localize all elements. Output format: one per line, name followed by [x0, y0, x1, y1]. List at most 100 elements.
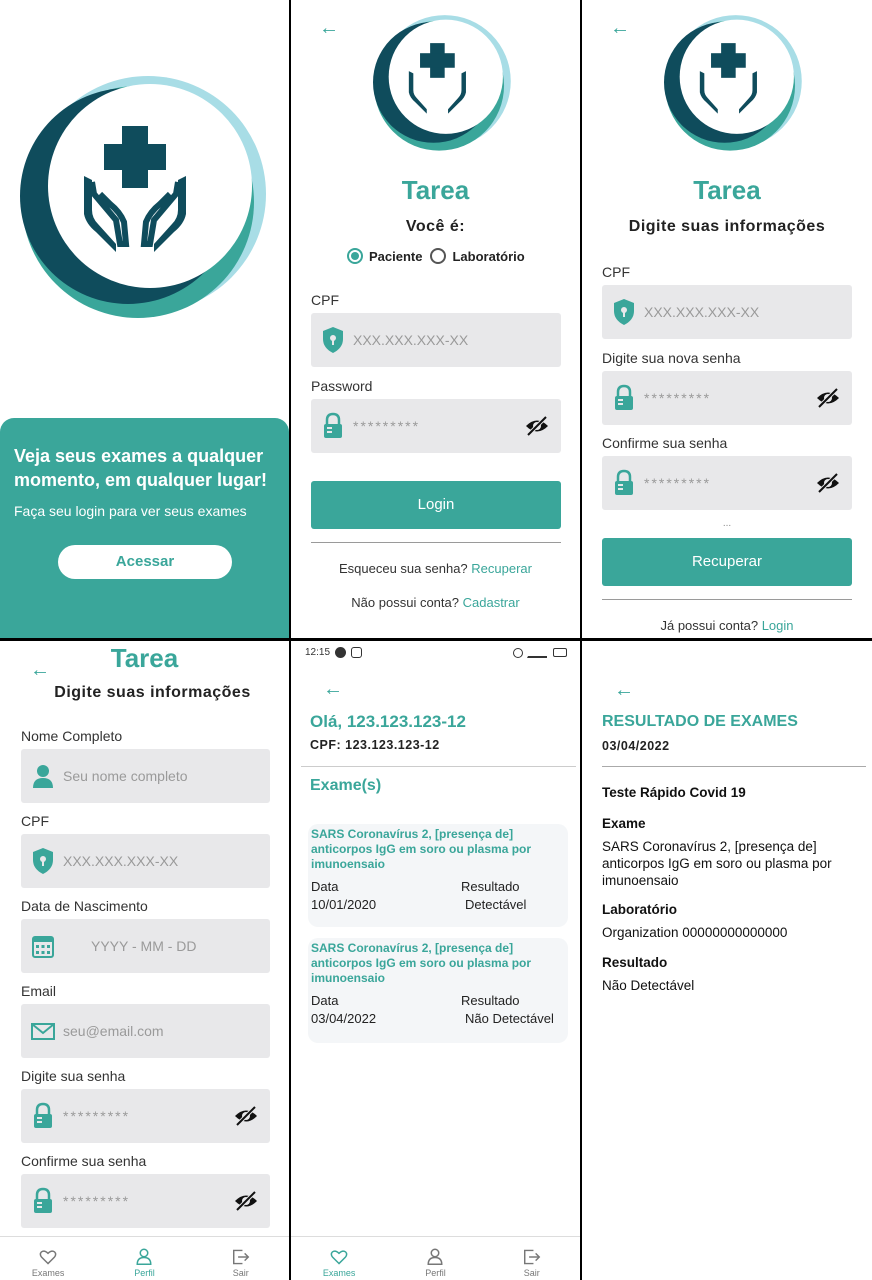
nav-exams[interactable]: Exames [18, 1249, 78, 1278]
register-row: Não possui conta? Cadastrar [291, 595, 580, 610]
new-password-placeholder: ********* [644, 390, 712, 406]
exam-date-label: Data [311, 879, 339, 894]
back-arrow-icon[interactable]: ← [323, 679, 343, 699]
recover-link[interactable]: Recuperar [471, 561, 532, 576]
cpf-field[interactable]: XXX.XXX.XXX-XX [21, 834, 270, 888]
nav-exit[interactable]: Sair [211, 1249, 271, 1278]
logout-icon [232, 1249, 250, 1265]
splash-screen: Veja seus exames a qualquer momento, em … [0, 0, 289, 638]
login-button[interactable]: Login [311, 481, 561, 529]
nav-exams-label: Exames [31, 1268, 65, 1278]
nav-exit[interactable]: Sair [502, 1249, 562, 1278]
splash-subtext: Faça seu login para ver seus exames [14, 503, 247, 519]
birthdate-field[interactable]: YYYY - MM - DD [21, 919, 270, 973]
confirm-password-placeholder: ********* [644, 475, 712, 491]
nav-profile-label: Perfil [425, 1268, 446, 1278]
exam-date-label: Data [311, 993, 339, 1008]
splash-headline: Veja seus exames a qualquer momento, em … [14, 446, 268, 490]
exam-card[interactable]: SARS Coronavírus 2, [presença de] antico… [308, 824, 568, 927]
recover-title: Digite suas informações [628, 218, 826, 235]
login-row: Já possui conta? Login [582, 618, 872, 633]
user-type-question: Você é: [405, 218, 466, 235]
user-icon [136, 1248, 152, 1265]
cpf-placeholder: XXX.XXX.XXX-XX [644, 304, 760, 320]
eye-off-icon[interactable] [234, 1190, 258, 1212]
ellipsis: ... [722, 518, 732, 529]
confirm-password-label: Confirme sua senha [602, 435, 728, 451]
access-button[interactable]: Acessar [58, 545, 232, 579]
nav-exit-label: Sair [523, 1268, 540, 1278]
cpf-placeholder: XXX.XXX.XXX-XX [353, 332, 469, 348]
result-screen: ← RESULTADO DE EXAMES 03/04/2022 Teste R… [582, 641, 872, 1280]
lock-icon [615, 384, 633, 410]
confirm-password-placeholder: ********* [63, 1193, 131, 1209]
lock-icon [324, 412, 342, 438]
forgot-text: Esqueceu sua senha? [339, 561, 468, 576]
new-password-label: Digite sua nova senha [602, 350, 741, 366]
back-arrow-icon[interactable]: ← [319, 18, 339, 38]
nav-exit-label: Sair [232, 1268, 249, 1278]
brand-title: Tarea [693, 175, 761, 205]
confirm-password-label: Confirme sua senha [21, 1153, 147, 1169]
lab-label: Laboratório [602, 902, 678, 917]
exam-date: 03/04/2022 [311, 1011, 377, 1026]
lab-value: Organization 00000000000000 [602, 925, 788, 940]
birthdate-label: Data de Nascimento [21, 898, 148, 914]
login-screen: ← Tarea Você é: Paciente Laboratório CPF… [291, 0, 580, 638]
nav-exams-label: Exames [322, 1268, 356, 1278]
name-label: Nome Completo [21, 728, 123, 744]
login-link[interactable]: Login [762, 618, 794, 633]
cpf-field[interactable]: XXX.XXX.XXX-XX [311, 313, 561, 367]
exams-section-title: Exame(s) [310, 777, 382, 794]
confirm-password-field[interactable]: ********* [602, 456, 852, 510]
exam-result: Não Detectável [465, 1011, 554, 1026]
logout-icon [523, 1249, 541, 1265]
brand-title: Tarea [110, 643, 179, 673]
register-screen: ← Tarea Digite suas informações Nome Com… [0, 641, 289, 1280]
nav-profile[interactable]: Perfil [114, 1247, 174, 1278]
eye-off-icon[interactable] [816, 472, 840, 494]
password-field[interactable]: ********* [21, 1089, 270, 1143]
greeting: Olá, 123.123.123-12 [310, 712, 466, 731]
lock-icon [34, 1102, 52, 1128]
register-title: Digite suas informações [54, 684, 251, 701]
cpf-label: CPF [602, 264, 630, 280]
eye-off-icon[interactable] [234, 1105, 258, 1127]
exam-result-label: Resultado [461, 993, 520, 1008]
cpf-line: CPF: 123.123.123-12 [310, 738, 440, 752]
eye-off-icon[interactable] [816, 387, 840, 409]
heart-icon [330, 1250, 348, 1265]
nav-exams[interactable]: Exames [309, 1249, 369, 1278]
new-password-field[interactable]: ********* [602, 371, 852, 425]
password-field[interactable]: ********* [311, 399, 561, 453]
exam-title: SARS Coronavírus 2, [presença de] antico… [311, 827, 532, 871]
user-icon [427, 1248, 443, 1265]
cpf-field[interactable]: XXX.XXX.XXX-XX [602, 285, 852, 339]
shield-icon [614, 299, 634, 325]
confirm-password-field[interactable]: ********* [21, 1174, 270, 1228]
email-field[interactable]: seu@email.com [21, 1004, 270, 1058]
bottom-nav: Exames Perfil Sair [0, 1236, 289, 1280]
cpf-label: CPF [311, 292, 339, 308]
no-account-text: Não possui conta? [351, 595, 459, 610]
back-arrow-icon[interactable]: ← [610, 18, 630, 38]
bottom-nav: Exames Perfil Sair [291, 1236, 580, 1280]
divider [602, 599, 852, 600]
eye-off-icon[interactable] [525, 415, 549, 437]
result-label: Resultado [602, 955, 668, 970]
divider [602, 766, 866, 767]
radio-lab[interactable] [430, 248, 447, 264]
exam-card[interactable]: SARS Coronavírus 2, [presença de] antico… [308, 938, 568, 1043]
brand-title: Tarea [401, 175, 470, 205]
recover-button[interactable]: Recuperar [602, 538, 852, 586]
radio-patient[interactable] [347, 248, 363, 264]
nav-profile[interactable]: Perfil [405, 1247, 465, 1278]
status-bar: 12:15 [291, 641, 580, 663]
email-placeholder: seu@email.com [63, 1023, 164, 1039]
divider [311, 542, 561, 543]
name-field[interactable]: Seu nome completo [21, 749, 270, 803]
register-link[interactable]: Cadastrar [463, 595, 520, 610]
back-arrow-icon[interactable]: ← [614, 680, 634, 700]
wifi-icon [527, 647, 547, 658]
home-screen: 12:15 ← Olá, 123.123.123-12 CPF: 123.123… [291, 641, 580, 1280]
